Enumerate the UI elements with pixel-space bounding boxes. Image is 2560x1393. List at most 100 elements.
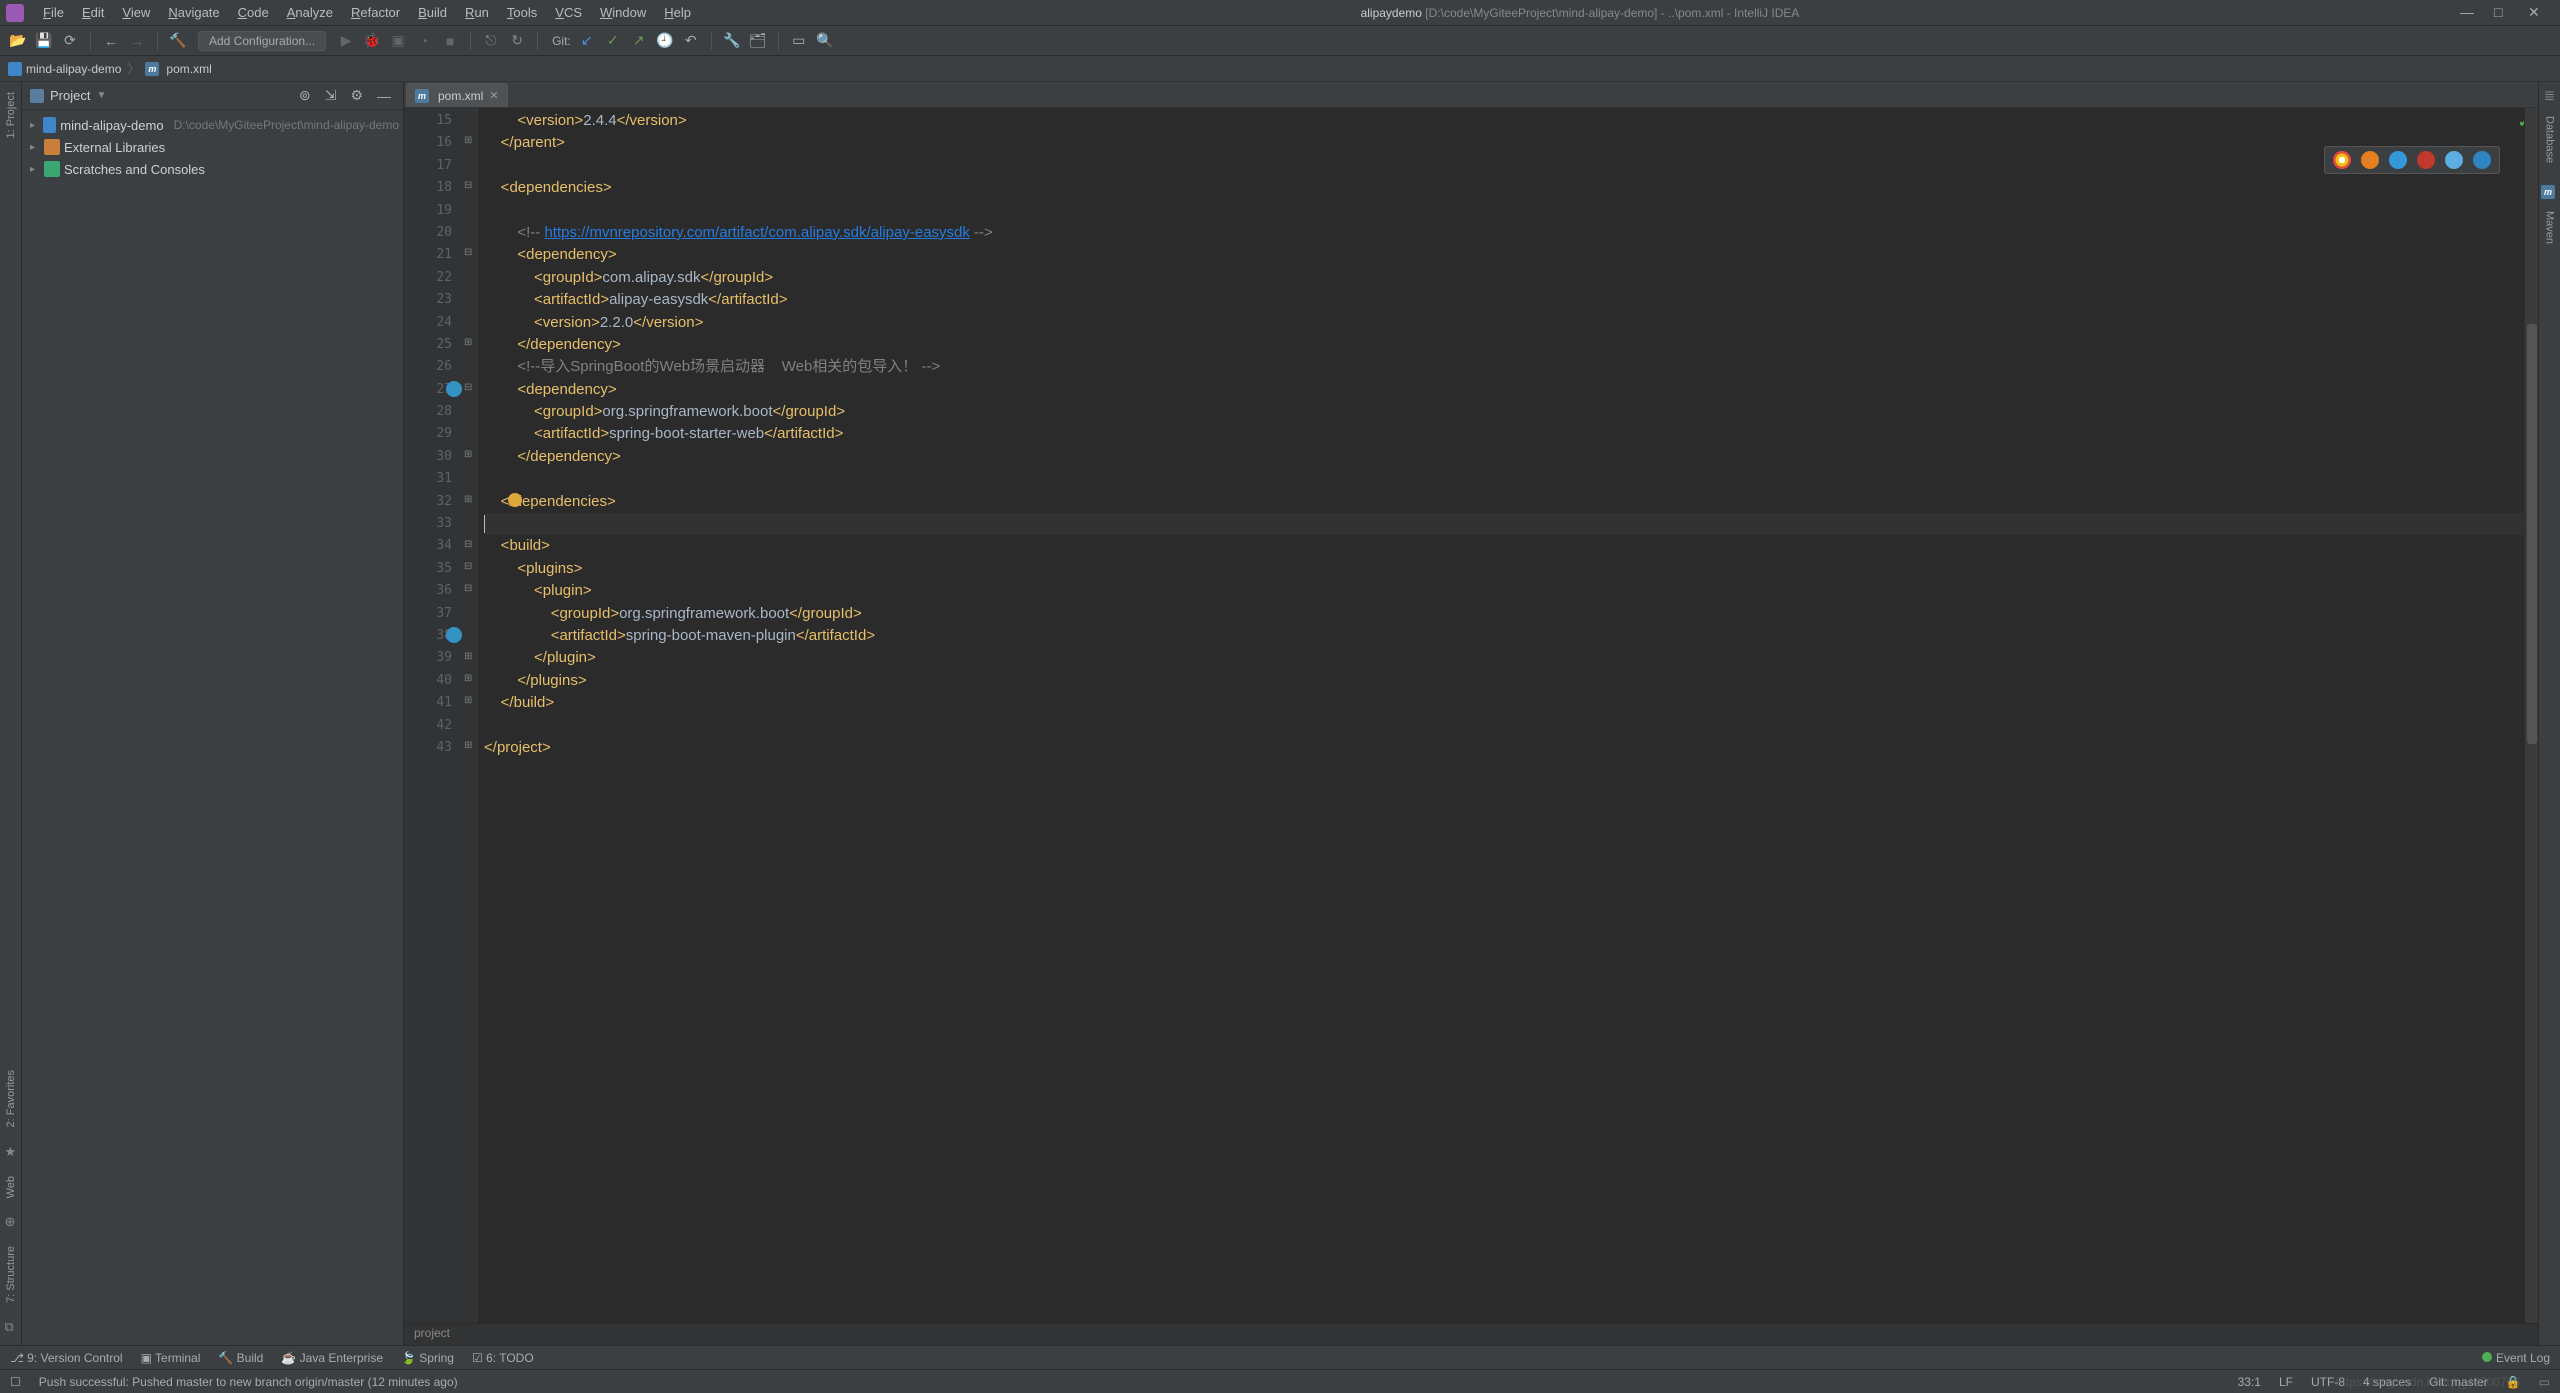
line-number[interactable]: 16 [404,132,452,154]
menu-tools[interactable]: Tools [498,2,546,23]
tree-row[interactable]: ▸External Libraries [26,136,399,158]
hide-icon[interactable]: — [373,88,395,104]
line-number[interactable]: 43 [404,737,452,759]
line-number[interactable]: 22 [404,267,452,289]
code-line[interactable]: <dependency> [484,379,2524,401]
line-number[interactable]: 30 [404,446,452,468]
expand-icon[interactable]: ⇲ [321,87,341,104]
menu-vcs[interactable]: VCS [546,2,591,23]
fold-open-icon[interactable]: ⊟ [464,382,476,394]
safari-icon[interactable] [2389,151,2407,169]
toolwin-database-tab[interactable]: Database [2544,110,2556,169]
code-line[interactable] [484,155,2524,177]
menu-refactor[interactable]: Refactor [342,2,409,23]
editor-breadcrumb[interactable]: project [404,1323,2538,1345]
line-number[interactable]: 26 [404,356,452,378]
search-everywhere-icon[interactable]: 🔍 [815,31,835,51]
firefox-icon[interactable] [2361,151,2379,169]
code-line[interactable]: <version>2.4.4</version> [484,110,2524,132]
back-icon[interactable]: ← [101,31,121,51]
event-log[interactable]: Event Log [2482,1351,2550,1365]
line-number[interactable]: 41 [404,692,452,714]
tree-row[interactable]: ▸mind-alipay-demoD:\code\MyGiteeProject\… [26,114,399,136]
toolwin-project-tab[interactable]: 1: Project [5,86,17,144]
line-number[interactable]: 34 [404,535,452,557]
code-line[interactable] [484,513,2524,535]
code-line[interactable]: <groupId>org.springframework.boot</group… [484,401,2524,423]
tree-arrow-icon[interactable]: ▸ [30,142,40,153]
editor-tab-pom[interactable]: m pom.xml ✕ [406,83,508,107]
code-line[interactable]: <build> [484,535,2524,557]
intention-bulb-icon[interactable] [508,493,522,507]
profile-icon[interactable]: ◔ [414,31,434,51]
chrome-icon[interactable] [2333,151,2351,169]
fold-open-icon[interactable]: ⊟ [464,247,476,259]
line-number[interactable]: 28 [404,401,452,423]
code-line[interactable] [484,715,2524,737]
fold-open-icon[interactable]: ⊟ [464,583,476,595]
line-number[interactable]: 24 [404,312,452,334]
code-line[interactable]: <groupId>org.springframework.boot</group… [484,603,2524,625]
fold-strip[interactable]: ⊞⊟⊟⊞⊟⊞⊞⊟⊟⊟⊞⊞⊞⊞ [462,108,478,1323]
line-number[interactable]: 39 [404,647,452,669]
twb-todo[interactable]: ☑ 6: TODO [472,1351,534,1365]
line-number[interactable]: 15 [404,110,452,132]
fold-close-icon[interactable]: ⊞ [464,135,476,147]
code-line[interactable]: </dependency> [484,446,2524,468]
editor-scrollbar[interactable] [2524,108,2538,1323]
close-button[interactable]: ✕ [2528,4,2540,21]
line-number[interactable]: 25 [404,334,452,356]
code-line[interactable]: <version>2.2.0</version> [484,312,2524,334]
twb-build[interactable]: 🔨 Build [218,1351,263,1365]
line-number[interactable]: 31 [404,468,452,490]
code-line[interactable] [484,468,2524,490]
code-line[interactable] [484,200,2524,222]
git-revert-icon[interactable]: ↶ [681,31,701,51]
gear-icon[interactable]: ⚙ [346,87,367,104]
line-number[interactable]: 40 [404,670,452,692]
fold-close-icon[interactable]: ⊞ [464,695,476,707]
line-number[interactable]: 27 [404,379,452,401]
settings-icon[interactable]: 🔧 [722,31,742,51]
toolwin-maven-tab[interactable]: Maven [2544,205,2556,250]
build-icon[interactable]: 🔨 [168,31,188,51]
fold-close-icon[interactable]: ⊞ [464,740,476,752]
code-line[interactable]: </plugins> [484,670,2524,692]
twb-terminal[interactable]: ▣ Terminal [141,1351,201,1365]
line-number[interactable]: 17 [404,155,452,177]
edge-icon[interactable] [2473,151,2491,169]
menu-code[interactable]: Code [229,2,278,23]
code-line[interactable]: <artifactId>spring-boot-starter-web</art… [484,423,2524,445]
menu-help[interactable]: Help [655,2,700,23]
open-icon[interactable]: 📂 [8,31,28,51]
line-number[interactable]: 36 [404,580,452,602]
project-structure-icon[interactable]: 🗂 [748,31,768,51]
git-commit-icon[interactable]: ✓ [603,31,623,51]
menu-view[interactable]: View [113,2,159,23]
fold-close-icon[interactable]: ⊞ [464,449,476,461]
fold-open-icon[interactable]: ⊟ [464,180,476,192]
toolwin-favorites-tab[interactable]: 2: Favorites [5,1064,17,1133]
debug-icon[interactable]: 🐞 [362,31,382,51]
twb-javaee[interactable]: ☕ Java Enterprise [281,1351,383,1365]
project-tree[interactable]: ▸mind-alipay-demoD:\code\MyGiteeProject\… [22,110,403,184]
line-number[interactable]: 20 [404,222,452,244]
maximize-button[interactable]: □ [2494,4,2506,21]
menu-navigate[interactable]: Navigate [159,2,228,23]
locate-icon[interactable]: ⊚ [295,87,315,104]
code-line[interactable]: <plugins> [484,558,2524,580]
memory-indicator-icon[interactable]: ▭ [2539,1375,2550,1389]
twb-vcs[interactable]: ⎇ 9: Version Control [10,1351,123,1365]
code-line[interactable]: <!--导入SpringBoot的Web场景启动器 Web相关的包导入！ --> [484,356,2524,378]
tree-arrow-icon[interactable]: ▸ [30,164,40,175]
line-number-gutter[interactable]: 1516171819202122232425262728293031323334… [404,108,462,1323]
fold-close-icon[interactable]: ⊞ [464,494,476,506]
opera-icon[interactable] [2417,151,2435,169]
dropdown-icon[interactable]: ▼ [96,90,106,101]
code-line[interactable]: <groupId>com.alipay.sdk</groupId> [484,267,2524,289]
run-anything-icon[interactable]: ▭ [789,31,809,51]
line-number[interactable]: 19 [404,200,452,222]
save-icon[interactable]: 💾 [34,31,54,51]
code-line[interactable]: <plugin> [484,580,2524,602]
breadcrumb-project[interactable]: mind-alipay-demo [8,62,121,76]
